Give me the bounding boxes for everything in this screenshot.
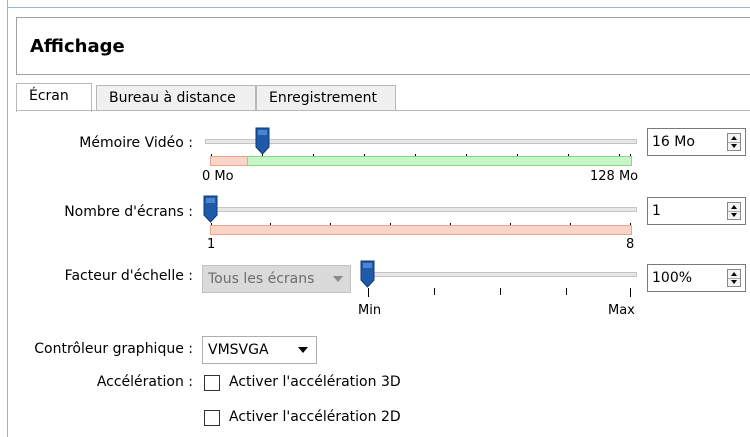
- window-frame-top: [7, 7, 750, 8]
- video-memory-spinbox[interactable]: 16 Mo: [647, 128, 746, 156]
- monitor-count-slider-track[interactable]: [205, 207, 637, 212]
- range-sufficient: [247, 156, 632, 166]
- tab-enregistrement[interactable]: Enregistrement: [256, 85, 396, 111]
- monitor-count-slider-thumb[interactable]: [203, 195, 218, 223]
- graphics-controller-label: Contrôleur graphique :: [34, 341, 193, 357]
- tab-bureau-a-distance[interactable]: Bureau à distance: [96, 85, 256, 111]
- tab-divider: [16, 110, 750, 111]
- scale-factor-monitor-value: Tous les écrans: [208, 271, 315, 287]
- graphics-controller-value: VMSVGA: [208, 342, 269, 358]
- tab-label: Écran: [29, 88, 69, 104]
- scale-factor-ticks: [362, 288, 637, 300]
- spin-buttons[interactable]: [727, 269, 741, 287]
- video-memory-value: 16 Mo: [652, 134, 695, 150]
- range-insufficient: [210, 225, 632, 235]
- spin-up-icon[interactable]: [731, 272, 737, 276]
- video-memory-min-label: 0 Mo: [202, 169, 234, 184]
- enable-2d-label[interactable]: Activer l'accélération 2D: [229, 409, 401, 425]
- graphics-controller-combo[interactable]: VMSVGA: [202, 336, 317, 364]
- tab-ecran[interactable]: Écran: [16, 83, 92, 112]
- range-insufficient: [210, 156, 248, 166]
- monitor-count-value: 1: [652, 203, 661, 219]
- chevron-down-icon: [333, 276, 343, 282]
- spin-up-icon[interactable]: [731, 205, 737, 209]
- video-memory-range-bar: [210, 156, 632, 166]
- scale-factor-value: 100%: [652, 270, 693, 286]
- enable-2d-checkbox[interactable]: [204, 410, 220, 426]
- scale-factor-max-label: Max: [608, 303, 635, 318]
- spin-down-icon[interactable]: [731, 213, 737, 217]
- monitor-count-max-label: 8: [626, 237, 635, 252]
- monitor-count-spinbox[interactable]: 1: [647, 197, 746, 225]
- spin-buttons[interactable]: [727, 202, 741, 220]
- spin-down-icon[interactable]: [731, 280, 737, 284]
- chevron-down-icon: [298, 347, 308, 353]
- enable-3d-checkbox[interactable]: [204, 375, 220, 391]
- scale-factor-slider-track[interactable]: [362, 272, 637, 277]
- scale-factor-slider-thumb[interactable]: [360, 260, 375, 288]
- monitor-count-range-bar: [210, 225, 632, 235]
- video-memory-slider-thumb[interactable]: [255, 127, 270, 155]
- scale-factor-spinbox[interactable]: 100%: [647, 264, 746, 292]
- monitor-count-min-label: 1: [207, 237, 216, 252]
- window-frame-left: [7, 0, 8, 437]
- scale-factor-min-label: Min: [358, 303, 382, 318]
- tab-label: Enregistrement: [269, 90, 378, 106]
- spin-buttons[interactable]: [727, 133, 741, 151]
- scale-factor-label: Facteur d'échelle :: [64, 268, 193, 284]
- enable-3d-label[interactable]: Activer l'accélération 3D: [229, 374, 401, 390]
- acceleration-label: Accélération :: [96, 374, 193, 390]
- spin-down-icon[interactable]: [731, 144, 737, 148]
- tab-label: Bureau à distance: [109, 90, 236, 106]
- scale-factor-monitor-combo[interactable]: Tous les écrans: [202, 265, 351, 293]
- page-title: Affichage: [30, 36, 125, 57]
- section-header: Affichage: [16, 17, 750, 75]
- monitor-count-label: Nombre d'écrans :: [64, 204, 193, 220]
- video-memory-max-label: 128 Mo: [590, 169, 639, 184]
- video-memory-label: Mémoire Vidéo :: [79, 135, 193, 151]
- spin-up-icon[interactable]: [731, 136, 737, 140]
